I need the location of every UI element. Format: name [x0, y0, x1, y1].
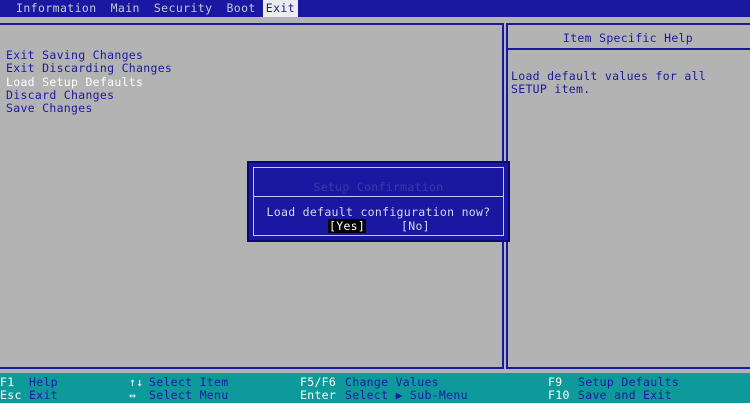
- help-text-line-2: SETUP item.: [511, 82, 591, 96]
- help-title: Item Specific Help: [562, 31, 694, 45]
- key-left-right-desc: Select Menu: [149, 388, 229, 402]
- setup-confirmation-dialog: Setup Confirmation Load default configur…: [247, 161, 510, 242]
- key-help-footer: F1 Help ↑↓ Select Item F5/F6 Change Valu…: [0, 373, 750, 403]
- yes-button[interactable]: [Yes]: [328, 219, 367, 233]
- menu-bar: Information Main Security Boot Exit: [0, 0, 750, 17]
- tab-security[interactable]: Security: [147, 0, 220, 17]
- dialog-divider: [254, 196, 503, 197]
- tab-information[interactable]: Information: [0, 0, 104, 17]
- key-f10: F10: [548, 388, 570, 402]
- menu-item-save-changes[interactable]: Save Changes: [6, 102, 93, 115]
- key-left-right: ↔: [129, 388, 137, 402]
- key-f10-desc: Save and Exit: [578, 388, 672, 402]
- dialog-frame: Setup Confirmation Load default configur…: [253, 167, 504, 236]
- dialog-message: Load default configuration now?: [266, 205, 491, 219]
- key-esc: Esc: [0, 388, 22, 402]
- key-enter-desc: Select ▶ Sub-Menu: [345, 388, 468, 402]
- tab-boot[interactable]: Boot: [219, 0, 262, 17]
- help-pane: Item Specific Help Load default values f…: [506, 23, 750, 369]
- tab-main[interactable]: Main: [104, 0, 147, 17]
- key-enter: Enter: [300, 388, 337, 402]
- key-esc-desc: Exit: [29, 388, 58, 402]
- no-button[interactable]: [No]: [401, 219, 430, 233]
- help-divider: [508, 48, 750, 50]
- dialog-title: Setup Confirmation: [313, 180, 444, 194]
- menu-item-exit-discarding-changes[interactable]: Exit Discarding Changes: [6, 62, 172, 75]
- tab-exit[interactable]: Exit: [262, 0, 299, 17]
